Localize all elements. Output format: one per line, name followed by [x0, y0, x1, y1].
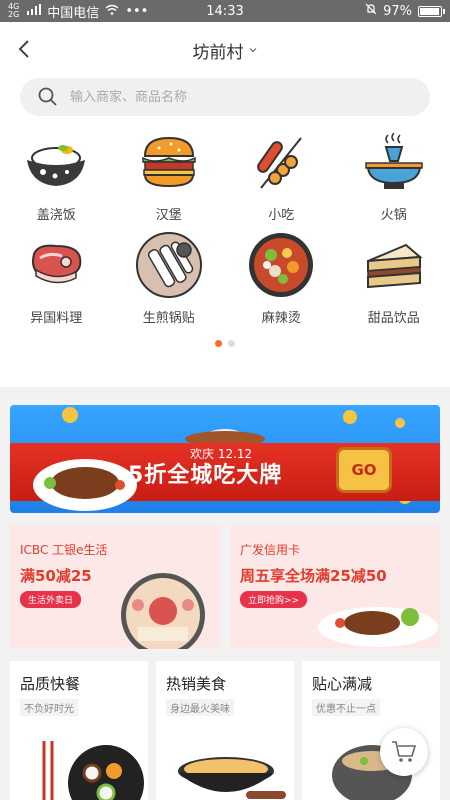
promo-card-cgb[interactable]: 广发信用卡 周五享全场满25减50 立即抢购>>: [230, 525, 440, 649]
promo-brand: 广发信用卡: [240, 543, 301, 557]
category-foreign-cuisine[interactable]: 异国料理: [0, 229, 113, 326]
shopping-cart-icon: [392, 741, 417, 762]
category-rice-bowl[interactable]: 盖浇饭: [0, 126, 113, 223]
burger-icon: [133, 126, 205, 198]
noodle-bowl-image: [178, 757, 286, 799]
promo-offer: 周五享全场满25减50: [240, 567, 387, 585]
feature-card-hot-food[interactable]: 热销美食 身边最火美味: [156, 661, 294, 800]
feature-card-quality-fastfood[interactable]: 品质快餐 不负好时光: [10, 661, 148, 800]
category-label: 异国料理: [30, 311, 83, 326]
search-icon: [38, 87, 57, 106]
category-label: 盖浇饭: [36, 208, 76, 223]
cart-button[interactable]: [380, 728, 428, 776]
category-label: 小吃: [268, 208, 295, 223]
sushi-image: [42, 741, 144, 800]
skewer-icon: [245, 126, 317, 198]
promo-banner[interactable]: 欢庆 12.12 5折全城吃大牌 GO: [10, 405, 440, 513]
feature-subtitle: 优惠不止一点: [312, 699, 380, 716]
location-title: 坊前村: [192, 42, 244, 63]
page-dot-active: [215, 340, 222, 347]
nav-bar: 坊前村: [0, 22, 450, 78]
hotpot-icon: [358, 126, 430, 198]
mute-bell-icon: [365, 3, 377, 19]
category-hotpot[interactable]: 火锅: [338, 126, 450, 223]
network-indicator: 4G 2G: [8, 3, 19, 19]
category-label: 麻辣烫: [261, 311, 301, 326]
rice-bowl-icon: [20, 126, 92, 198]
more-dots: •••: [125, 3, 149, 19]
dumpling-plate-icon: [133, 229, 205, 301]
banner-headline: 5折全城吃大牌: [128, 463, 283, 488]
page-dot: [228, 340, 235, 347]
promo-brand: ICBC 工银e生活: [20, 543, 108, 557]
search-input[interactable]: [70, 89, 412, 105]
category-pan-fried-dumplings[interactable]: 生煎锅贴: [113, 229, 226, 326]
platter-image: [121, 573, 205, 649]
status-bar: 4G 2G 中国电信 ••• 14:33 97%: [0, 0, 450, 22]
promo-card-icbc[interactable]: ICBC 工银e生活 满50减25 生活外卖日: [10, 525, 220, 649]
category-label: 甜品饮品: [367, 311, 420, 326]
promo-button[interactable]: 立即抢购>>: [240, 591, 308, 608]
feature-card-discounts[interactable]: 贴心满减 优惠不止一点: [302, 661, 440, 800]
feature-title: 热销美食: [166, 675, 227, 693]
top-section: 坊前村 盖浇饭 汉堡 小吃: [0, 22, 450, 387]
feature-subtitle: 身边最火美味: [166, 699, 234, 716]
category-malatang[interactable]: 麻辣烫: [225, 229, 338, 326]
feature-title: 品质快餐: [20, 675, 81, 693]
category-label: 火锅: [380, 208, 407, 223]
category-snack[interactable]: 小吃: [225, 126, 338, 223]
feature-title: 贴心满减: [312, 675, 373, 693]
category-desserts-drinks[interactable]: 甜品饮品: [338, 229, 450, 326]
wifi-icon: [105, 4, 119, 19]
signal-icon: [27, 3, 42, 19]
category-label: 汉堡: [155, 208, 182, 223]
battery-percent: 97%: [383, 3, 412, 19]
feature-cards: 品质快餐 不负好时光 热销美食 身边最火美味 贴心满减 优惠不止一点: [10, 661, 440, 800]
banner-go-button[interactable]: GO: [336, 447, 392, 493]
promo-cards: ICBC 工银e生活 满50减25 生活外卖日 广发信用卡 周五享全场满25减5…: [10, 525, 440, 649]
clock: 14:33: [206, 3, 244, 19]
cake-icon: [358, 229, 430, 301]
steak-plate-image: [33, 459, 137, 511]
section-divider: [0, 387, 450, 405]
network-2g: 2G: [8, 10, 20, 19]
category-label: 生煎锅贴: [142, 311, 195, 326]
spicy-bowl-icon: [245, 229, 317, 301]
category-burger[interactable]: 汉堡: [113, 126, 226, 223]
battery-icon: [418, 5, 445, 17]
promo-button[interactable]: 生活外卖日: [20, 591, 82, 608]
steak-icon: [20, 229, 92, 301]
back-button[interactable]: [14, 38, 36, 60]
chevron-down-icon: [249, 48, 256, 53]
page-indicator: [0, 340, 450, 347]
battery-fill: [420, 7, 440, 15]
steak-dish-image: [318, 607, 438, 647]
promo-offer: 满50减25: [20, 567, 92, 585]
category-grid: 盖浇饭 汉堡 小吃 火锅 异国料理 生煎锅贴 麻辣烫 甜品饮品: [0, 116, 450, 326]
feature-subtitle: 不负好时光: [20, 699, 78, 716]
chevron-left-icon: [18, 40, 29, 58]
location-selector[interactable]: 坊前村: [193, 38, 258, 63]
search-bar[interactable]: [20, 78, 430, 116]
carrier-name: 中国电信: [47, 5, 100, 21]
